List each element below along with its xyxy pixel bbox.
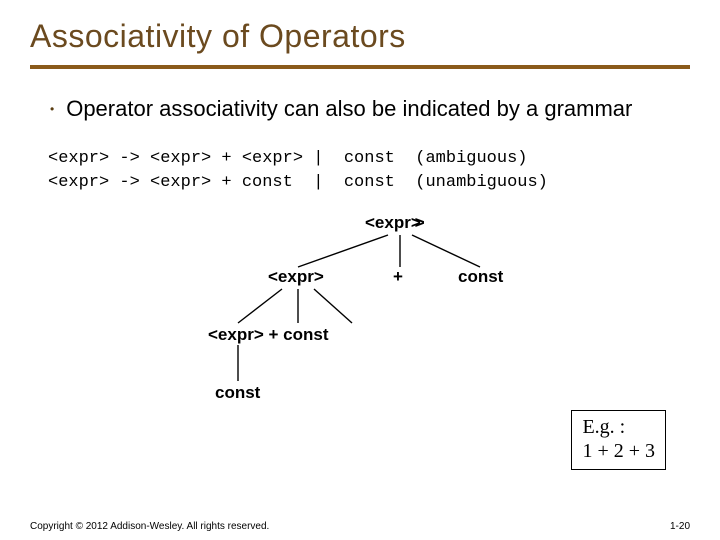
parse-tree-diagram: <expr>> <expr> + const <expr> + const co…	[190, 213, 710, 423]
slide-title: Associativity of Operators	[30, 18, 690, 55]
slide-footer: Copyright © 2012 Addison-Wesley. All rig…	[30, 521, 690, 532]
code-line-2: <expr> -> <expr> + const | const (unambi…	[48, 173, 548, 192]
footer-page-number: 1-20	[670, 521, 690, 532]
bullet-text: Operator associativity can also be indic…	[66, 95, 690, 123]
footer-copyright: Copyright © 2012 Addison-Wesley. All rig…	[30, 521, 269, 532]
tree-node-l1-const: const	[458, 267, 503, 287]
tree-node-l2-row: <expr> + const	[208, 325, 328, 345]
bullet-dot-icon: •	[50, 95, 54, 123]
example-box: E.g. : 1 + 2 + 3	[571, 410, 666, 470]
tree-node-root: <expr>>	[365, 213, 431, 233]
title-rule	[30, 65, 690, 69]
tree-node-l3-const: const	[215, 383, 260, 403]
tree-node-l1-plus: +	[393, 267, 403, 287]
code-line-1: <expr> -> <expr> + <expr> | const (ambig…	[48, 149, 527, 168]
grammar-code-block: <expr> -> <expr> + <expr> | const (ambig…	[48, 147, 690, 195]
tree-node-l1-expr: <expr>	[268, 267, 324, 287]
example-label: E.g. :	[582, 415, 655, 439]
tree-edges	[190, 213, 710, 423]
bullet-item: • Operator associativity can also be ind…	[50, 95, 690, 123]
example-expression: 1 + 2 + 3	[582, 439, 655, 463]
